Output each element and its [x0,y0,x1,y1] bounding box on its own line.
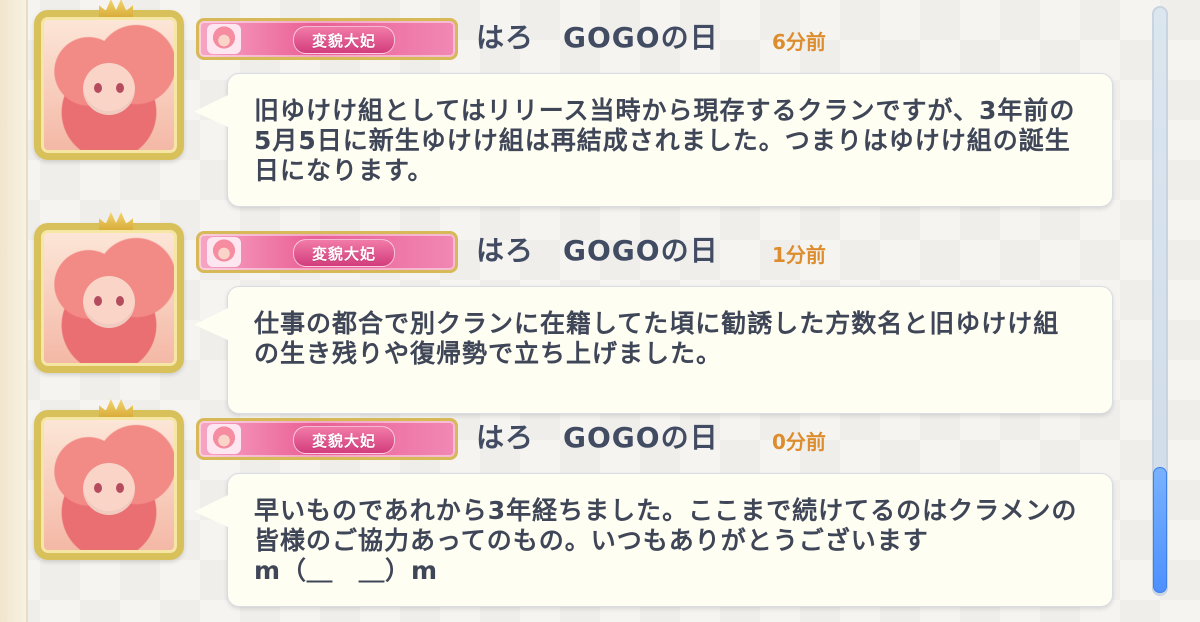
message-timestamp: 6分前 [772,30,826,54]
badge-label: 変貌大妃 [311,31,376,50]
character-face-icon [83,63,135,115]
scrollbar-thumb[interactable] [1153,467,1167,593]
character-face-icon [83,463,135,515]
character-face-icon [83,276,135,328]
eye-icon [116,83,124,93]
crown-icon [99,0,133,17]
message-bubble: 仕事の都合で別クランに在籍してた頃に勧誘した方数名と旧ゆけけ組の生き残りや復帰勢… [227,286,1113,414]
chat-message: 変貌大妃 はろ GOGOの日 0分前 早いものであれから3年経ちました。ここまで… [0,399,1130,607]
title-badge: 変貌大妃 [196,231,458,273]
player-avatar[interactable] [34,399,184,560]
badge-label-pill: 変貌大妃 [293,239,395,267]
message-bubble: 早いものであれから3年経ちました。ここまで続けてるのはクラメンの皆様のご協力あっ… [227,473,1113,607]
message-timestamp: 0分前 [772,430,826,454]
message-text: 旧ゆけけ組としてはリリース当時から現存するクランですが、3年前の5月5日に新生ゆ… [254,96,1076,185]
crown-icon [99,212,133,230]
player-avatar[interactable] [34,0,184,160]
username: はろ GOGOの日 [476,421,719,454]
title-badge: 変貌大妃 [196,18,458,60]
username: はろ GOGOの日 [476,234,719,267]
message-text: 早いものであれから3年経ちました。ここまで続けてるのはクラメンの皆様のご協力あっ… [254,496,1078,585]
badge-character-icon [207,24,241,54]
eye-icon [94,296,102,306]
badge-label-pill: 変貌大妃 [293,26,395,54]
message-bubble: 旧ゆけけ組としてはリリース当時から現存するクランですが、3年前の5月5日に新生ゆ… [227,73,1113,207]
badge-character-icon [207,424,241,454]
badge-label-pill: 変貌大妃 [293,426,395,454]
crown-icon [99,399,133,417]
message-timestamp: 1分前 [772,243,826,267]
eye-icon [94,83,102,93]
badge-label: 変貌大妃 [311,244,376,263]
badge-label: 変貌大妃 [311,431,376,450]
chat-message: 変貌大妃 はろ GOGOの日 1分前 仕事の都合で別クランに在籍してた頃に勧誘し… [0,212,1130,414]
chat-scrollbar[interactable] [1152,6,1168,596]
player-avatar[interactable] [34,212,184,373]
chat-panel: 変貌大妃 はろ GOGOの日 6分前 旧ゆけけ組としてはリリース当時から現存する… [0,0,1180,622]
chat-message: 変貌大妃 はろ GOGOの日 6分前 旧ゆけけ組としてはリリース当時から現存する… [0,0,1130,207]
eye-icon [116,296,124,306]
eye-icon [94,483,102,493]
title-badge: 変貌大妃 [196,418,458,460]
badge-character-icon [207,237,241,267]
username: はろ GOGOの日 [476,21,719,54]
eye-icon [116,483,124,493]
message-text: 仕事の都合で別クランに在籍してた頃に勧誘した方数名と旧ゆけけ組の生き残りや復帰勢… [254,309,1060,368]
